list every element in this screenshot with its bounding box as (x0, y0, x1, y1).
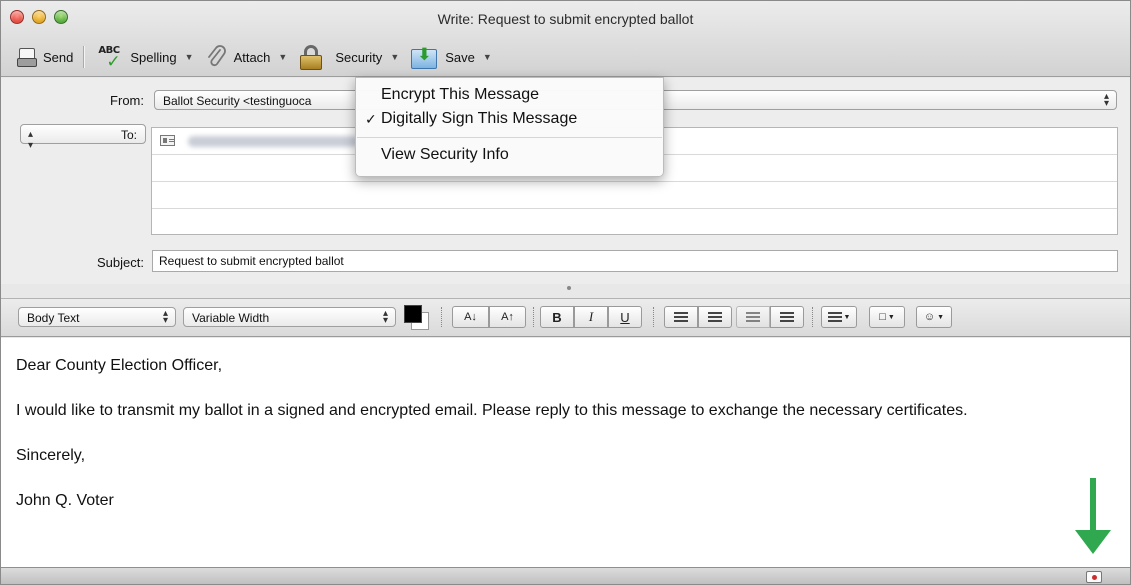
separator (533, 307, 534, 327)
chevron-down-icon: ▼ (278, 52, 288, 62)
security-menu: Encrypt This Message ✓ Digitally Sign Th… (355, 77, 664, 177)
message-body[interactable]: Dear County Election Officer, I would li… (1, 338, 1130, 568)
menu-separator (357, 137, 662, 138)
updown-icon: ▴ ▾ (1103, 91, 1109, 109)
bold-button[interactable]: B (540, 306, 574, 328)
to-field-type-select[interactable]: ▴ ▾ To: (20, 124, 146, 151)
updown-icon: ▴ ▾ (162, 308, 168, 326)
security-button[interactable]: Security ▼ (293, 43, 405, 71)
from-value: Ballot Security <testinguoca (163, 94, 312, 108)
chevron-down-icon: ▼ (184, 52, 194, 62)
updown-icon: ▴ ▾ (28, 129, 34, 151)
paperclip-icon (206, 45, 228, 69)
from-label: From: (110, 93, 144, 108)
redacted-recipient (188, 136, 358, 147)
address-card-icon[interactable] (160, 135, 175, 146)
compose-window: Write: Request to submit encrypted ballo… (0, 0, 1131, 585)
recipient-row[interactable] (152, 209, 1117, 236)
window-title: Write: Request to submit encrypted ballo… (437, 11, 694, 27)
menu-item-label: Digitally Sign This Message (381, 110, 578, 127)
separator (812, 307, 813, 327)
status-bar (1, 567, 1130, 584)
attach-button[interactable]: Attach ▼ (200, 43, 294, 71)
chevron-down-icon: ▼ (887, 313, 895, 321)
toolbar: Send ABC ✓ Spelling ▼ Attach ▼ Security ▼ (11, 41, 498, 73)
paragraph-style-select[interactable]: Body Text ▴ ▾ (18, 307, 176, 327)
bulleted-list-button[interactable] (664, 306, 698, 328)
security-label: Security (335, 49, 383, 65)
separator (653, 307, 654, 327)
numbered-list-icon (708, 312, 722, 322)
save-icon: ⬇ (411, 45, 439, 69)
indent-button[interactable] (770, 306, 804, 328)
subject-input[interactable]: Request to submit encrypted ballot (152, 250, 1118, 272)
toolbar-separator (83, 46, 85, 68)
body-paragraph: I would like to transmit my ballot in a … (16, 402, 968, 419)
save-button[interactable]: ⬇ Save ▼ (405, 43, 498, 71)
text-color-well[interactable] (404, 305, 430, 331)
underline-button[interactable]: U (608, 306, 642, 328)
body-greeting: Dear County Election Officer, (16, 357, 223, 374)
outdent-button[interactable] (736, 306, 770, 328)
attach-label: Attach (233, 49, 271, 65)
spelling-label: Spelling (130, 49, 177, 65)
smiley-icon: ☺ (923, 311, 936, 323)
menu-item-view-security-info[interactable]: View Security Info (356, 143, 663, 167)
numbered-list-button[interactable] (698, 306, 732, 328)
security-status-icon[interactable] (1086, 571, 1102, 583)
updown-icon: ▴ ▾ (382, 308, 388, 326)
body-signature: John Q. Voter (16, 492, 114, 509)
insert-button[interactable]: □ ▼ (869, 306, 905, 328)
to-label: To: (120, 128, 137, 142)
style-value: Body Text (27, 311, 80, 325)
spelling-icon: ABC ✓ (98, 45, 121, 71)
annotation-arrow-icon (1075, 478, 1111, 554)
indent-icon (780, 312, 794, 322)
italic-button[interactable]: I (574, 306, 608, 328)
title-toolbar-area: Write: Request to submit encrypted ballo… (1, 1, 1130, 77)
font-value: Variable Width (192, 311, 270, 325)
send-label: Send (43, 49, 74, 65)
separator (441, 307, 442, 327)
chevron-down-icon: ▼ (482, 52, 492, 62)
chevron-down-icon: ▼ (937, 313, 945, 321)
outdent-icon (746, 312, 760, 322)
lock-icon (299, 44, 323, 70)
save-label: Save (445, 49, 475, 65)
spelling-button[interactable]: ABC ✓ Spelling ▼ (92, 43, 199, 71)
decrease-font-size-button[interactable]: A↓ (452, 306, 489, 328)
subject-label: Subject: (97, 255, 144, 270)
menu-item-label: Encrypt This Message (381, 86, 539, 103)
document-icon: □ (879, 311, 886, 323)
alignment-button[interactable]: ▼ (821, 306, 857, 328)
checkmark-icon: ✓ (365, 111, 377, 127)
menu-item-label: View Security Info (381, 146, 509, 163)
increase-font-size-button[interactable]: A↑ (489, 306, 526, 328)
chevron-down-icon: ▼ (390, 52, 400, 62)
emoticon-button[interactable]: ☺ ▼ (916, 306, 952, 328)
recipient-row[interactable] (152, 182, 1117, 209)
format-bar: Body Text ▴ ▾ Variable Width ▴ ▾ A↓ A↑ B I… (1, 298, 1130, 337)
bullet-list-icon (674, 312, 688, 322)
menu-item-encrypt[interactable]: Encrypt This Message (356, 83, 663, 107)
align-left-icon (827, 312, 842, 322)
send-icon (17, 46, 37, 68)
resize-grip[interactable] (567, 286, 571, 290)
font-select[interactable]: Variable Width ▴ ▾ (183, 307, 396, 327)
send-button[interactable]: Send (11, 43, 79, 71)
menu-item-digitally-sign[interactable]: ✓ Digitally Sign This Message (356, 107, 663, 131)
chevron-down-icon: ▼ (843, 313, 851, 321)
body-closing: Sincerely, (16, 447, 86, 464)
foreground-color-swatch[interactable] (404, 305, 422, 323)
